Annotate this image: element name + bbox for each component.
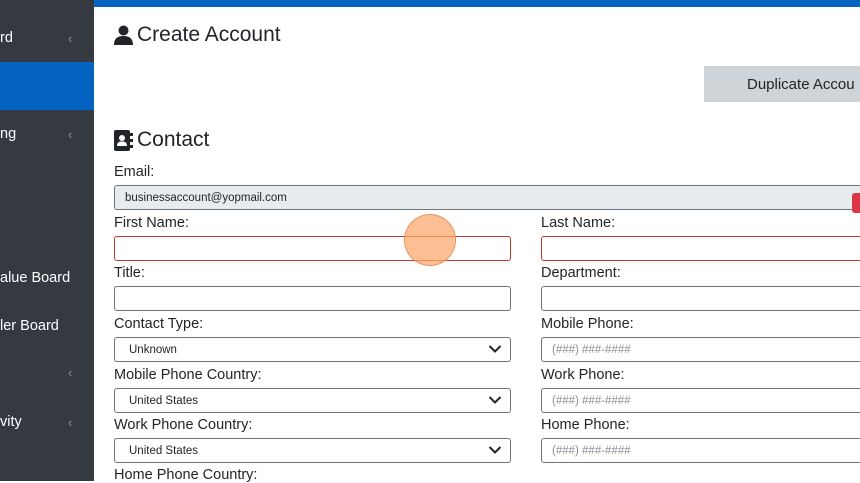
main-content: Create Account Duplicate Accou Contact E… bbox=[94, 7, 860, 483]
chevron-left-icon: ‹ bbox=[68, 414, 73, 430]
sidebar-item-activity[interactable]: vity ‹ bbox=[0, 398, 94, 446]
sidebar-item-active[interactable] bbox=[0, 62, 94, 110]
sidebar-item-collapsed[interactable]: ‹ bbox=[0, 348, 94, 396]
home-phone-placeholder: (###) ###-#### bbox=[552, 444, 631, 457]
work-phone-placeholder: (###) ###-#### bbox=[552, 394, 631, 407]
chevron-left-icon: ‹ bbox=[68, 30, 73, 46]
home-phone-label: Home Phone: bbox=[541, 417, 630, 433]
contact-type-label: Contact Type: bbox=[114, 316, 204, 332]
mobile-phone-field[interactable]: (###) ###-#### bbox=[541, 337, 860, 362]
first-name-label: First Name: bbox=[114, 215, 189, 231]
page-title: Create Account bbox=[114, 23, 281, 47]
mobile-country-value: United States bbox=[129, 394, 199, 407]
chevron-down-icon bbox=[488, 396, 502, 404]
sidebar-item-leader-board[interactable]: ler Board bbox=[0, 302, 94, 350]
top-accent-bar bbox=[94, 0, 860, 7]
last-name-label: Last Name: bbox=[541, 215, 616, 231]
sidebar-item-label: vity bbox=[0, 414, 22, 430]
page-title-text: Create Account bbox=[137, 23, 281, 46]
email-label: Email: bbox=[114, 164, 155, 180]
mobile-phone-label: Mobile Phone: bbox=[541, 316, 634, 332]
address-book-icon bbox=[114, 129, 133, 151]
sidebar-item-dashboard[interactable]: rd ‹ bbox=[0, 14, 94, 62]
contact-section-title: Contact bbox=[114, 128, 209, 152]
work-phone-label: Work Phone: bbox=[541, 367, 625, 383]
work-country-select[interactable]: United States bbox=[114, 438, 511, 463]
department-field[interactable] bbox=[541, 286, 860, 311]
error-badge[interactable] bbox=[852, 193, 860, 213]
mobile-country-label: Mobile Phone Country: bbox=[114, 367, 262, 383]
department-label: Department: bbox=[541, 265, 621, 281]
last-name-field[interactable] bbox=[541, 236, 860, 261]
mobile-phone-placeholder: (###) ###-#### bbox=[552, 343, 631, 356]
mobile-country-select[interactable]: United States bbox=[114, 388, 511, 413]
chevron-down-icon bbox=[488, 446, 502, 454]
sidebar: rd ‹ ng ‹ alue Board ler Board ‹ vity ‹ bbox=[0, 0, 94, 481]
sidebar-item-label: rd bbox=[0, 30, 13, 46]
click-indicator bbox=[404, 214, 456, 266]
email-field[interactable]: businessaccount@yopmail.com bbox=[114, 185, 860, 210]
home-phone-field[interactable]: (###) ###-#### bbox=[541, 438, 860, 463]
contact-type-select[interactable]: Unknown bbox=[114, 337, 511, 362]
email-value: businessaccount@yopmail.com bbox=[125, 191, 287, 204]
work-phone-field[interactable]: (###) ###-#### bbox=[541, 388, 860, 413]
chevron-left-icon: ‹ bbox=[68, 364, 73, 380]
chevron-down-icon bbox=[488, 345, 502, 353]
title-label: Title: bbox=[114, 265, 145, 281]
sidebar-item-label: ler Board bbox=[0, 318, 59, 334]
sidebar-item-value-board[interactable]: alue Board bbox=[0, 254, 94, 302]
work-country-label: Work Phone Country: bbox=[114, 417, 253, 433]
sidebar-item-tracking[interactable]: ng ‹ bbox=[0, 110, 94, 158]
sidebar-item-label: alue Board bbox=[0, 270, 71, 286]
contact-section-title-text: Contact bbox=[137, 128, 210, 151]
sidebar-item-label: ng bbox=[0, 126, 17, 142]
title-field[interactable] bbox=[114, 286, 511, 311]
work-country-value: United States bbox=[129, 444, 199, 457]
contact-type-value: Unknown bbox=[129, 343, 177, 356]
user-icon bbox=[114, 25, 133, 45]
sidebar-item-blank[interactable] bbox=[0, 158, 94, 206]
chevron-left-icon: ‹ bbox=[68, 126, 73, 142]
duplicate-account-button[interactable]: Duplicate Accou bbox=[704, 66, 860, 102]
